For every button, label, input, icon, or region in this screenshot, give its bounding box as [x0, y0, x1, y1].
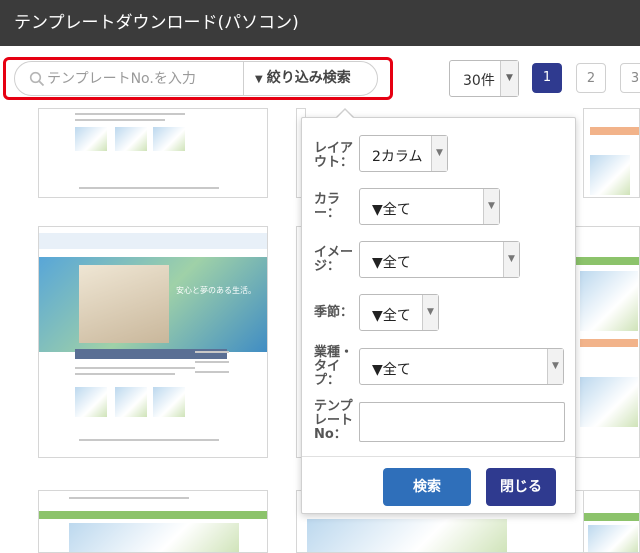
image-value: ▼全て: [372, 255, 411, 271]
page-button-3[interactable]: 3: [620, 63, 640, 93]
industry-label: 業種・タイプ：: [314, 345, 354, 388]
thumbnail-nav-bar: [39, 511, 267, 519]
industry-value: ▼全て: [372, 362, 411, 378]
thumbnail-hero-photo: [69, 523, 239, 552]
thumbnail-header: [39, 233, 267, 249]
color-select[interactable]: ▼全て ▼: [359, 188, 500, 225]
thumbnail-photo: [590, 155, 630, 195]
chevron-down-icon: ▼: [431, 136, 447, 171]
thumbnail-photo: [588, 525, 638, 552]
thumbnail-text-line: [195, 371, 229, 373]
template-thumbnail[interactable]: [38, 108, 268, 198]
season-value: ▼全て: [372, 308, 411, 324]
layout-value: 2カラム: [372, 149, 423, 165]
layout-label: レイアウト：: [314, 141, 354, 170]
items-per-page-select[interactable]: 30件 ▼: [449, 60, 519, 97]
page-button-2[interactable]: 2: [576, 63, 606, 93]
thumbnail-text-line: [195, 351, 229, 353]
filter-search-label: 絞り込み検索: [266, 70, 351, 86]
panel-caret-inner: [337, 110, 353, 118]
search-bar: ▼絞り込み検索: [14, 61, 378, 96]
season-label: 季節：: [314, 305, 354, 320]
window-title: テンプレートダウンロード(パソコン): [0, 0, 640, 46]
page-button-1[interactable]: 1: [532, 63, 562, 93]
thumbnail-text-line: [75, 119, 165, 121]
season-select[interactable]: ▼全て ▼: [359, 294, 439, 331]
image-label: イメージ：: [314, 245, 354, 274]
toolbar: ▼絞り込み検索 30件 ▼ 1 2 3: [0, 46, 640, 108]
thumbnail-text-line: [75, 373, 175, 375]
thumbnail-photo: [115, 127, 147, 151]
template-thumbnail[interactable]: 安心と夢のある生活。: [38, 226, 268, 458]
items-per-page-value: 30件: [463, 73, 495, 89]
template-number-input[interactable]: [47, 62, 243, 95]
chevron-down-icon: ▼: [422, 295, 438, 330]
chevron-down-icon: ▼: [547, 349, 563, 384]
thumbnail-section-bar: [580, 339, 638, 347]
template-thumbnail[interactable]: [583, 490, 640, 553]
thumbnail-photo: [153, 387, 185, 417]
triangle-down-icon: ▼: [255, 74, 263, 85]
thumbnail-photo: [75, 387, 107, 417]
template-no-label: テンプレートNo：: [314, 399, 354, 442]
industry-select[interactable]: ▼全て ▼: [359, 348, 564, 385]
filter-search-button[interactable]: ▼ 絞り込み検索: [255, 62, 351, 95]
chevron-down-icon: ▼: [503, 242, 519, 277]
color-value: ▼全て: [372, 202, 411, 218]
thumbnail-text-line: [195, 361, 229, 363]
thumbnail-photo: [153, 127, 185, 151]
thumbnail-hero-photo: [307, 519, 507, 552]
panel-divider: [302, 456, 575, 457]
search-divider: [243, 62, 244, 95]
thumbnail-section-bar: [590, 127, 639, 135]
template-no-field[interactable]: [359, 402, 565, 442]
search-button[interactable]: 検索: [383, 468, 471, 506]
close-button[interactable]: 閉じる: [486, 468, 556, 506]
thumbnail-nav-bar: [576, 257, 639, 265]
thumbnail-hero: 安心と夢のある生活。: [39, 257, 267, 352]
thumbnail-hero-photo: [79, 265, 169, 343]
thumbnail-text-line: [79, 187, 219, 189]
template-thumbnail[interactable]: [575, 226, 640, 458]
chevron-down-icon: ▼: [500, 61, 518, 96]
thumbnail-photo: [580, 271, 638, 331]
thumbnail-photo: [115, 387, 147, 417]
image-select[interactable]: ▼全て ▼: [359, 241, 520, 278]
thumbnail-photo: [75, 127, 107, 151]
thumbnail-photo: [580, 377, 638, 427]
thumbnail-text-line: [75, 113, 185, 115]
thumbnail-hero-caption: 安心と夢のある生活。: [176, 286, 256, 295]
template-thumbnail[interactable]: [583, 108, 640, 198]
template-thumbnail[interactable]: [38, 490, 268, 553]
thumbnail-text-line: [69, 497, 189, 499]
search-icon: [29, 71, 45, 87]
thumbnail-text-line: [79, 439, 219, 441]
color-label: カラー：: [314, 192, 341, 221]
layout-select[interactable]: 2カラム ▼: [359, 135, 448, 172]
chevron-down-icon: ▼: [483, 189, 499, 224]
thumbnail-text-line: [75, 367, 195, 369]
thumbnail-nav-bar: [584, 513, 639, 521]
filter-panel: レイアウト： 2カラム ▼ カラー： ▼全て ▼ イメージ： ▼全て ▼ 季節：…: [301, 117, 576, 514]
